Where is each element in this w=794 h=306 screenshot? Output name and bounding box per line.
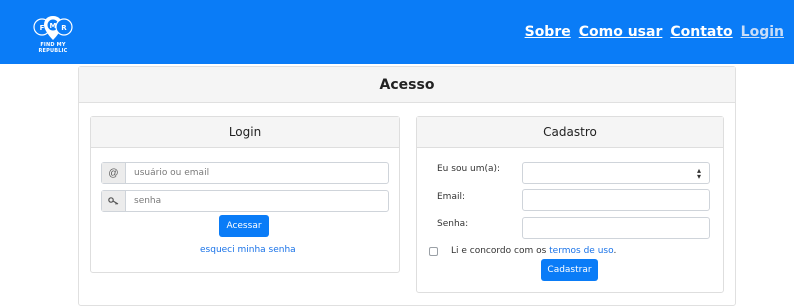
nav-link-login[interactable]: Login <box>741 24 784 40</box>
logo-text: FIND MY REPUBLIC <box>38 42 68 54</box>
signup-card: Cadastro Eu sou um(a): ▴ ▾ Email: Senha: … <box>416 116 724 293</box>
access-title: Acesso <box>79 67 735 103</box>
terms-suffix: . <box>613 246 617 256</box>
logo[interactable]: F M R FIND MY REPUBLIC <box>30 14 76 54</box>
terms-checkbox[interactable] <box>429 247 438 256</box>
nav-links: Sobre Como usar Contato Login <box>525 24 784 40</box>
login-submit-button[interactable]: Acessar <box>219 215 269 237</box>
select-caret-icon: ▴ ▾ <box>696 166 701 181</box>
navbar: F M R FIND MY REPUBLIC Sobre Como usar C… <box>0 0 794 64</box>
user-type-select[interactable]: ▴ ▾ <box>522 162 710 184</box>
terms-text: Li e concordo com os termos de uso. <box>451 246 616 256</box>
username-group: @ <box>101 162 389 184</box>
signup-password-label: Senha: <box>437 219 469 229</box>
signup-password-field[interactable] <box>522 217 710 239</box>
signup-title: Cadastro <box>417 117 723 148</box>
terms-link[interactable]: termos de uso <box>549 246 613 256</box>
password-input[interactable] <box>126 191 388 211</box>
terms-prefix: Li e concordo com os <box>451 246 550 256</box>
svg-text:F: F <box>40 24 45 32</box>
nav-link-como-usar[interactable]: Como usar <box>579 24 663 40</box>
nav-link-contato[interactable]: Contato <box>670 24 732 40</box>
login-title: Login <box>91 117 399 148</box>
nav-link-sobre[interactable]: Sobre <box>525 24 571 40</box>
user-type-label: Eu sou um(a): <box>437 164 501 174</box>
svg-text:M: M <box>50 22 57 30</box>
login-card: Login @ Acessar esqueci minha senha <box>90 116 400 273</box>
at-icon: @ <box>102 163 126 183</box>
key-icon <box>102 191 126 211</box>
forgot-password-link[interactable]: esqueci minha senha <box>200 245 296 255</box>
map-pin-icon: F M R <box>33 16 73 40</box>
email-label: Email: <box>437 192 466 202</box>
access-card: Acesso Login @ Acessar esqueci minha sen… <box>78 66 736 306</box>
email-field[interactable] <box>522 189 710 211</box>
password-group <box>101 190 389 212</box>
signup-submit-button[interactable]: Cadastrar <box>541 259 598 281</box>
username-input[interactable] <box>126 163 388 183</box>
svg-text:R: R <box>61 24 67 32</box>
